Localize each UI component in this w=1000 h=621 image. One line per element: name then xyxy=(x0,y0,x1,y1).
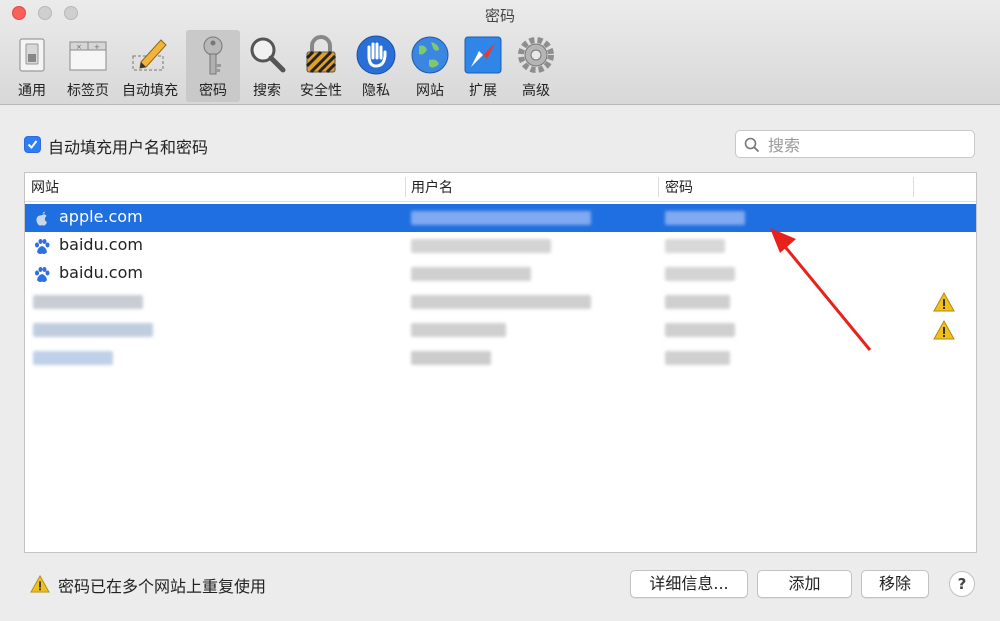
column-header-website[interactable]: 网站 xyxy=(31,177,59,197)
warning-icon xyxy=(30,575,50,593)
switch-icon xyxy=(19,38,45,72)
key-icon xyxy=(203,36,223,75)
password-redacted xyxy=(665,239,725,253)
password-redacted xyxy=(665,295,730,309)
reused-password-text: 密码已在多个网站上重复使用 xyxy=(58,577,267,596)
help-button[interactable]: ? xyxy=(949,571,975,597)
username-redacted xyxy=(411,323,506,337)
search-input[interactable] xyxy=(766,134,970,156)
lock-icon xyxy=(305,35,337,74)
apple-icon xyxy=(36,211,47,226)
site-name: apple.com xyxy=(59,207,143,226)
compass-icon xyxy=(464,36,502,74)
site-redacted xyxy=(33,323,153,337)
autofill-checkbox[interactable] xyxy=(24,136,41,153)
annotation-arrow-icon xyxy=(770,228,872,351)
password-redacted xyxy=(665,351,730,365)
hand-icon xyxy=(356,35,396,75)
password-redacted xyxy=(665,323,735,337)
toolbar-tabs[interactable]: × + 标签页 xyxy=(61,30,115,102)
username-redacted xyxy=(411,267,531,281)
password-redacted xyxy=(665,267,735,281)
magnifier-icon xyxy=(250,37,286,73)
search-icon xyxy=(744,137,760,153)
toolbar-advanced[interactable]: 高级 xyxy=(509,30,563,102)
svg-text:+: + xyxy=(94,43,100,51)
site-name: baidu.com xyxy=(59,263,143,282)
window-title: 密码 xyxy=(484,7,515,25)
username-redacted xyxy=(411,351,491,365)
details-button[interactable]: 详细信息... xyxy=(630,570,748,598)
site-name: baidu.com xyxy=(59,235,143,254)
gear-icon xyxy=(518,37,554,73)
baidu-paw-icon xyxy=(35,239,50,254)
column-header-username[interactable]: 用户名 xyxy=(411,177,453,197)
site-redacted xyxy=(33,351,113,365)
search-field[interactable] xyxy=(735,130,975,158)
toolbar-label: 高级 xyxy=(522,83,550,99)
globe-icon xyxy=(411,36,449,74)
checkmark-icon xyxy=(27,140,38,150)
svg-text:×: × xyxy=(76,43,82,51)
table-header: 网站 用户名 密码 xyxy=(25,173,976,202)
site-redacted xyxy=(33,295,143,309)
column-header-password[interactable]: 密码 xyxy=(665,177,693,197)
remove-button[interactable]: 移除 xyxy=(861,570,929,598)
pencil-icon xyxy=(132,39,167,71)
toolbar-autofill[interactable]: 自动填充 xyxy=(122,30,178,102)
warning-icon xyxy=(933,320,955,340)
username-redacted xyxy=(411,239,551,253)
username-redacted xyxy=(411,295,591,309)
baidu-paw-icon xyxy=(35,267,50,282)
warning-icon xyxy=(933,292,955,312)
tabs-icon: × + xyxy=(69,41,107,71)
preferences-window: 密码 通用 × + 标签页 自动填充 密码 搜索 安全性 隐私 网站 扩展 高级… xyxy=(0,0,1000,621)
password-redacted xyxy=(665,211,745,225)
autofill-label: 自动填充用户名和密码 xyxy=(48,138,209,157)
title-toolbar: 密码 通用 × + 标签页 自动填充 密码 搜索 安全性 隐私 网站 扩展 高级 xyxy=(0,0,1000,105)
add-button[interactable]: 添加 xyxy=(757,570,852,598)
username-redacted xyxy=(411,211,591,225)
